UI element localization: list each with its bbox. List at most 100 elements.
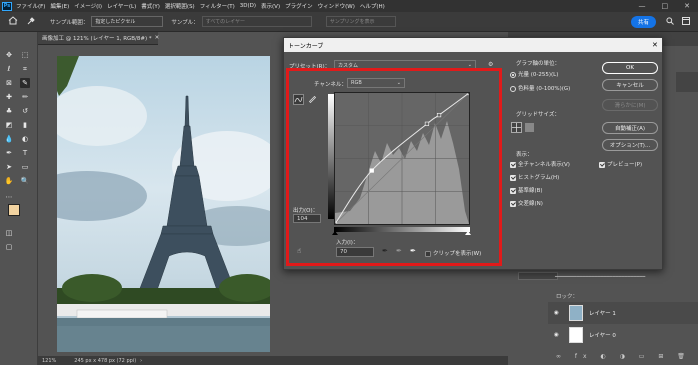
preset-options-gear-icon[interactable]: ⚙	[488, 61, 493, 68]
baseline-label: 基準線(B)	[518, 188, 543, 194]
menu-file[interactable]: ファイル(F)	[16, 2, 45, 10]
pen-tool-icon[interactable]: ✒	[4, 148, 14, 158]
grid-simple-icon[interactable]	[511, 122, 522, 133]
pigment-radio[interactable]: 色料量 (0-100%)(G)	[510, 84, 570, 92]
options-bar: サンプル範囲： 指定したピクセル サンプル： すべてのレイヤー サンプリングを表…	[0, 12, 698, 32]
menu-help[interactable]: ヘルプ(H)	[360, 2, 385, 10]
crop-tool-icon[interactable]: ⌗	[20, 64, 30, 74]
sample-layer-label: サンプル：	[171, 19, 199, 26]
move-tool-icon[interactable]: ✥	[4, 50, 14, 60]
sample-layer-select[interactable]: すべてのレイヤー	[201, 16, 312, 27]
eraser-tool-icon[interactable]: ◩	[4, 120, 14, 130]
share-button[interactable]: 共有	[630, 15, 656, 28]
document-tab[interactable]: 画像加工 @ 121% (レイヤー 1, RGB/8#) * ✕	[38, 32, 160, 45]
light-radio-label: 光量 (0-255)(L)	[518, 72, 559, 78]
show-all-channels-label: 全チャンネル表示(V)	[518, 162, 570, 168]
blur-tool-icon[interactable]: 💧	[4, 134, 14, 144]
canvas-image[interactable]	[57, 56, 270, 352]
type-tool-icon[interactable]: T	[20, 148, 30, 158]
histogram-label: ヒストグラム(H)	[518, 175, 560, 181]
history-brush-icon[interactable]: ↺	[20, 106, 30, 116]
menu-plugins[interactable]: プラグイン	[285, 2, 313, 10]
intersection-line-checkbox[interactable]: 交差線(N)	[510, 199, 543, 207]
menu-edit[interactable]: 編集(E)	[50, 2, 69, 10]
options-button[interactable]: オプション(T)...	[602, 139, 658, 151]
sample-size-select[interactable]: 指定したピクセル	[91, 16, 164, 27]
tools-panel: ✥ ⬚ ℓ ⌗ ⊠ ✎ ✚ ✏ ♣ ↺ ◩ ▮ 💧 ◐ ✒ T ➤ ▭ ✋ 🔍 …	[0, 32, 38, 365]
intersection-line-label: 交差線(N)	[518, 201, 543, 207]
lock-label: ロック：	[556, 294, 579, 300]
frame-tool-icon[interactable]: ⊠	[4, 78, 14, 88]
eye-icon[interactable]: ◉	[554, 332, 559, 338]
auto-button[interactable]: 自動補正(A)	[602, 122, 658, 134]
screen-mode-icon[interactable]: ▢	[4, 242, 14, 252]
menu-window[interactable]: ウィンドウ(W)	[318, 2, 355, 10]
close-document-icon[interactable]: ✕	[155, 35, 160, 41]
menu-view[interactable]: 表示(V)	[261, 2, 280, 10]
stamp-tool-icon[interactable]: ♣	[4, 106, 14, 116]
dialog-title: トーンカーブ	[288, 42, 324, 50]
status-arrow-icon[interactable]: ›	[140, 358, 142, 364]
zoom-level[interactable]: 121%	[42, 358, 56, 364]
hand-tool-icon[interactable]: ✋	[4, 176, 14, 186]
preview-checkbox[interactable]: プレビュー(P)	[599, 160, 642, 168]
dodge-tool-icon[interactable]: ◐	[20, 134, 30, 144]
layer-actions-bar[interactable]: ∞ fx ◐ ◑ ▭ ⊞ 🗑	[556, 353, 691, 360]
eye-icon[interactable]: ◉	[554, 310, 559, 316]
close-window-button[interactable]: ✕	[684, 2, 690, 10]
menu-3d[interactable]: 3D(D)	[240, 3, 256, 9]
menu-image[interactable]: イメージ(I)	[74, 2, 102, 10]
marquee-tool-icon[interactable]: ⬚	[20, 50, 30, 60]
layer-name[interactable]: レイヤー 1	[589, 309, 616, 317]
smooth-button[interactable]: 滑らかに(M)	[602, 99, 658, 111]
layer-thumbnail	[568, 305, 583, 321]
preview-label: プレビュー(P)	[607, 162, 643, 168]
maximize-button[interactable]: □	[662, 2, 669, 10]
brush-tool-icon[interactable]: ✏	[20, 92, 30, 102]
eyedropper-tool-icon[interactable]	[26, 16, 36, 28]
grid-detailed-icon[interactable]	[525, 123, 534, 132]
graph-unit-label: グラフ軸の単位：	[516, 61, 561, 67]
layer-row[interactable]: ◉ レイヤー 0	[548, 324, 698, 346]
shape-tool-icon[interactable]: ▭	[20, 162, 30, 172]
document-title: 画像加工 @ 121% (レイヤー 1, RGB/8#) *	[42, 36, 152, 42]
status-bar: 121% 245 px x 478 px (72 ppi) ›	[38, 356, 508, 365]
pigment-radio-label: 色料量 (0-100%)(G)	[518, 86, 571, 92]
search-icon[interactable]	[666, 16, 674, 27]
grid-size-label: グリッドサイズ：	[516, 112, 560, 118]
layers-panel-row: ━━━━━━━━━━━━━━━━━━━━━━━━━━━━━━	[555, 274, 646, 280]
quick-mask-icon[interactable]: ◫	[4, 228, 14, 238]
menu-type[interactable]: 書式(Y)	[141, 2, 160, 10]
ok-button[interactable]: OK	[602, 62, 658, 74]
histogram-checkbox[interactable]: ヒストグラム(H)	[510, 173, 559, 181]
workspace-icon[interactable]	[682, 16, 690, 27]
photoshop-logo: Ps	[2, 1, 12, 11]
layer-row[interactable]: ◉ レイヤー 1	[548, 302, 698, 324]
cancel-button[interactable]: キャンセル	[602, 79, 658, 91]
lasso-tool-icon[interactable]: ℓ	[4, 64, 14, 74]
show-all-channels-checkbox[interactable]: 全チャンネル表示(V)	[510, 160, 570, 168]
menu-bar: Ps ファイル(F) 編集(E) イメージ(I) レイヤー(L) 書式(Y) 選…	[0, 0, 698, 12]
foreground-color-swatch[interactable]	[8, 204, 20, 216]
gradient-tool-icon[interactable]: ▮	[20, 120, 30, 130]
baseline-checkbox[interactable]: 基準線(B)	[510, 186, 543, 194]
document-info: 245 px x 478 px (72 ppi)	[74, 357, 137, 364]
display-label: 表示：	[516, 152, 533, 158]
path-select-icon[interactable]: ➤	[4, 162, 14, 172]
zoom-tool-icon[interactable]: 🔍	[20, 176, 30, 186]
layer-thumbnail	[568, 327, 583, 343]
show-sampling-ring-toggle[interactable]: サンプリングを表示	[325, 16, 396, 27]
minimize-button[interactable]: —	[639, 2, 646, 10]
menu-layer[interactable]: レイヤー(L)	[107, 2, 136, 10]
more-tools-icon[interactable]: ⋯	[4, 192, 14, 202]
sample-size-label: サンプル範囲：	[50, 19, 89, 26]
dialog-titlebar: トーンカーブ	[284, 38, 662, 52]
menu-filter[interactable]: フィルター(T)	[200, 2, 235, 10]
home-icon[interactable]	[8, 16, 18, 27]
layer-name[interactable]: レイヤー 0	[589, 331, 616, 339]
eyedropper-tool-icon-active[interactable]: ✎	[20, 78, 30, 88]
light-radio[interactable]: 光量 (0-255)(L)	[510, 70, 558, 78]
dialog-close-button[interactable]: ✕	[652, 41, 658, 49]
menu-select[interactable]: 選択範囲(S)	[165, 2, 195, 10]
healing-brush-icon[interactable]: ✚	[4, 92, 14, 102]
